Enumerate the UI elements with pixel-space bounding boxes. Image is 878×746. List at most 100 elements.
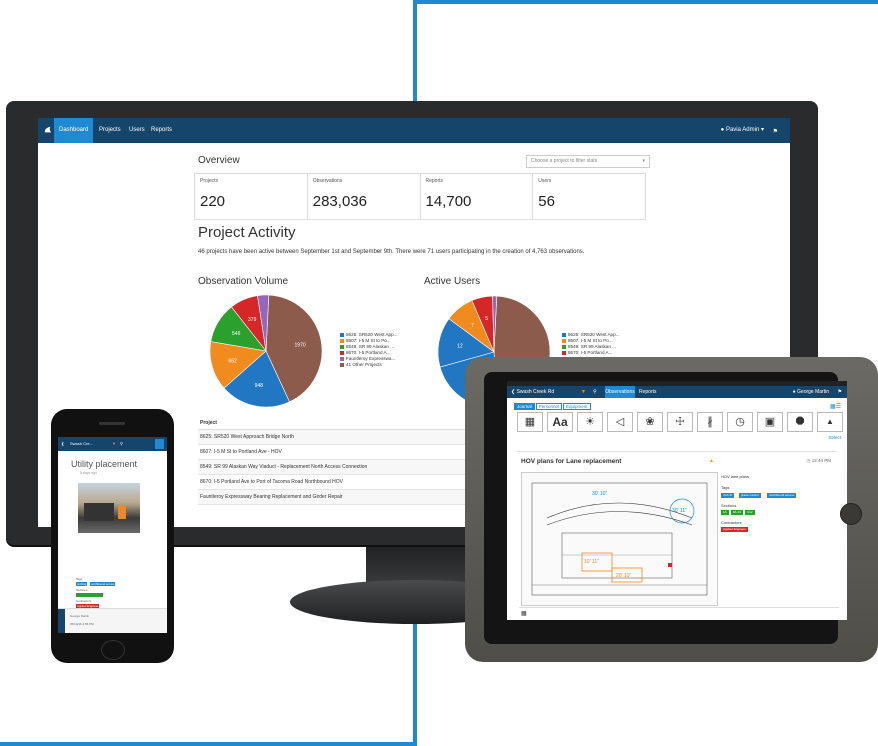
section-chip: 8A-13 [731,510,744,515]
pie-label: 5 [485,316,488,322]
table-row[interactable]: 8670: I-5 Portland Ave to Port of Tacoma… [198,475,498,490]
back-icon[interactable]: ❮ [61,437,64,451]
dim-label: 20' 10" [616,573,632,579]
contractor-chip: Applied Engineer [721,527,748,532]
admin-name: Pavia Admin [725,127,760,133]
sections-label: Sections [76,588,88,592]
camera-icon[interactable]: ▦ [517,412,543,432]
dim-label: 30' 10" [592,491,608,497]
search-icon[interactable]: ⚲ [593,386,597,398]
thermometer-icon[interactable]: ∦ [697,412,723,432]
obs-volume-legend: 8625: SR520 West App... 8607: I-5 M St to… [340,332,398,368]
frame-line-bottom [0,742,417,746]
tablet-footer: ▦ [519,607,839,620]
notification-icon[interactable]: ⚑ [838,386,842,398]
filter-icon[interactable]: ▼ [581,386,586,398]
legend-label: Fauntleroy Expresswa... [346,356,396,361]
text-icon[interactable]: Aa [547,412,573,432]
stat-value: 56 [538,193,555,210]
stat-observations: Observations 283,036 [308,174,421,219]
table-row[interactable]: 8549: SR 99 Alaskan Way Viaduct - Replac… [198,460,498,475]
details-contractors-label: Contractors [721,520,742,525]
tablet-screen: ❮ Swash Creek Rd ▼ ⚲ Observations Report… [507,381,847,620]
active-users-title: Active Users [424,276,481,287]
plan-drawing[interactable]: 30' 10" 30' 11" 10' 11" 20' 10" [521,472,718,606]
phone: ❮ Swash Cre... ▼ ⚲ Utility placement 8 d… [51,409,174,663]
nav-dashboard[interactable]: Dashboard [54,118,94,143]
tab-personnel[interactable]: Personnel [535,403,563,410]
observation-photo[interactable] [78,483,140,533]
pie-label: 12 [457,344,463,350]
location-icon[interactable]: ❀ [637,412,663,432]
pie-label: 1970 [295,342,306,348]
project-filter-select[interactable]: Choose a project to filter stats ▾ [526,155,650,168]
table-row[interactable]: Fauntleroy Expressway Bearing Replacemen… [198,490,498,505]
menu-button[interactable] [155,439,164,449]
weather-icon[interactable]: ☀ [577,412,603,432]
tab-observations[interactable]: Observations [605,386,635,398]
toilet-icon[interactable]: ☩ [667,412,693,432]
tablet-back[interactable]: ❮ Swash Creek Rd [511,386,554,398]
select-link[interactable]: Select [828,435,841,440]
calculator-icon[interactable]: ▣ [757,412,783,432]
legend-label: 8607: I-5 M St to Po... [346,338,391,343]
warning-icon: ▲ [709,458,714,464]
legend-swatch [340,344,344,349]
table-row[interactable]: 8625: SR520 West Approach Bridge North [198,430,498,445]
tab-journal[interactable]: Journal [514,403,535,410]
stop-sign-icon[interactable]: ⯃ [787,412,813,432]
legend-swatch [562,338,566,343]
table-body: 8625: SR520 West Approach Bridge North 86… [198,430,498,505]
phone-nav: ❮ Swash Cre... ▼ ⚲ [58,437,167,451]
view-toggle-icon[interactable]: ▦☰ [830,403,841,410]
stat-value: 220 [200,193,226,210]
overview-title: Overview [198,155,240,166]
expand-icon[interactable]: ▲ [817,412,843,432]
frame-line-top [413,0,878,4]
tablet-user[interactable]: ● George Martin [793,386,829,398]
tablet-side-button[interactable] [840,503,862,525]
announcement-icon[interactable]: ◁ [607,412,633,432]
camera-icon[interactable]: ▦ [521,610,527,617]
pie-label: 662 [228,358,237,364]
logo-icon [44,126,52,133]
section-chip: C12 [745,510,755,515]
notification-icon[interactable]: ⚑ [773,128,778,135]
table-row[interactable]: 8607: I-5 M St to Portland Ave - HOV [198,445,498,460]
dim-label: 30' 11" [672,508,687,514]
admin-menu[interactable]: ● Pavia Admin ▾ [721,118,764,143]
stat-users: Users 56 [533,174,645,219]
phone-side-bar [58,609,65,633]
plan-drawing-art [531,482,708,596]
search-icon[interactable]: ⚲ [120,437,123,451]
entry-tabs: Journal Personnel Equipment [514,403,592,410]
tab-reports[interactable]: Reports [639,386,657,398]
footer-date: 05/14/16 4:56 PM [70,622,94,626]
nav-reports[interactable]: Reports [146,118,177,143]
stat-value: 283,036 [312,193,367,210]
phone-screen: ❮ Swash Cre... ▼ ⚲ Utility placement 8 d… [58,437,167,633]
tag-chip: curbing [76,582,88,586]
activity-summary: 46 projects have been active between Sep… [198,249,585,255]
timer-icon[interactable]: ◷ [727,412,753,432]
legend-swatch [562,344,566,349]
section-chip: 1A [721,510,729,515]
tablet-back-label: Swash Creek Rd [516,389,555,395]
legend-label: 41 Other Projects [346,362,382,367]
project-table: Project 8625: SR520 West Approach Bridge… [198,418,498,505]
legend-swatch [340,332,344,337]
user-name: George Martin [70,614,90,618]
tab-equipment[interactable]: Equipment [563,403,591,410]
details-sections-label: Sections [721,503,737,508]
observation-title: Utility placement [71,459,138,469]
home-button[interactable] [101,640,125,660]
card-details: HOV lane plans Tags [721,474,749,490]
nav-projects[interactable]: Projects [94,118,126,143]
legend-label: 8625: SR520 West App... [568,332,620,337]
filter-icon[interactable]: ▼ [112,437,116,451]
card-time: ◷ 12:44 PM [806,458,831,463]
stat-label: Reports [425,178,444,184]
observation-date: 8 days ago [80,471,98,475]
stat-reports: Reports 14,700 [421,174,534,219]
legend-swatch [340,362,344,367]
